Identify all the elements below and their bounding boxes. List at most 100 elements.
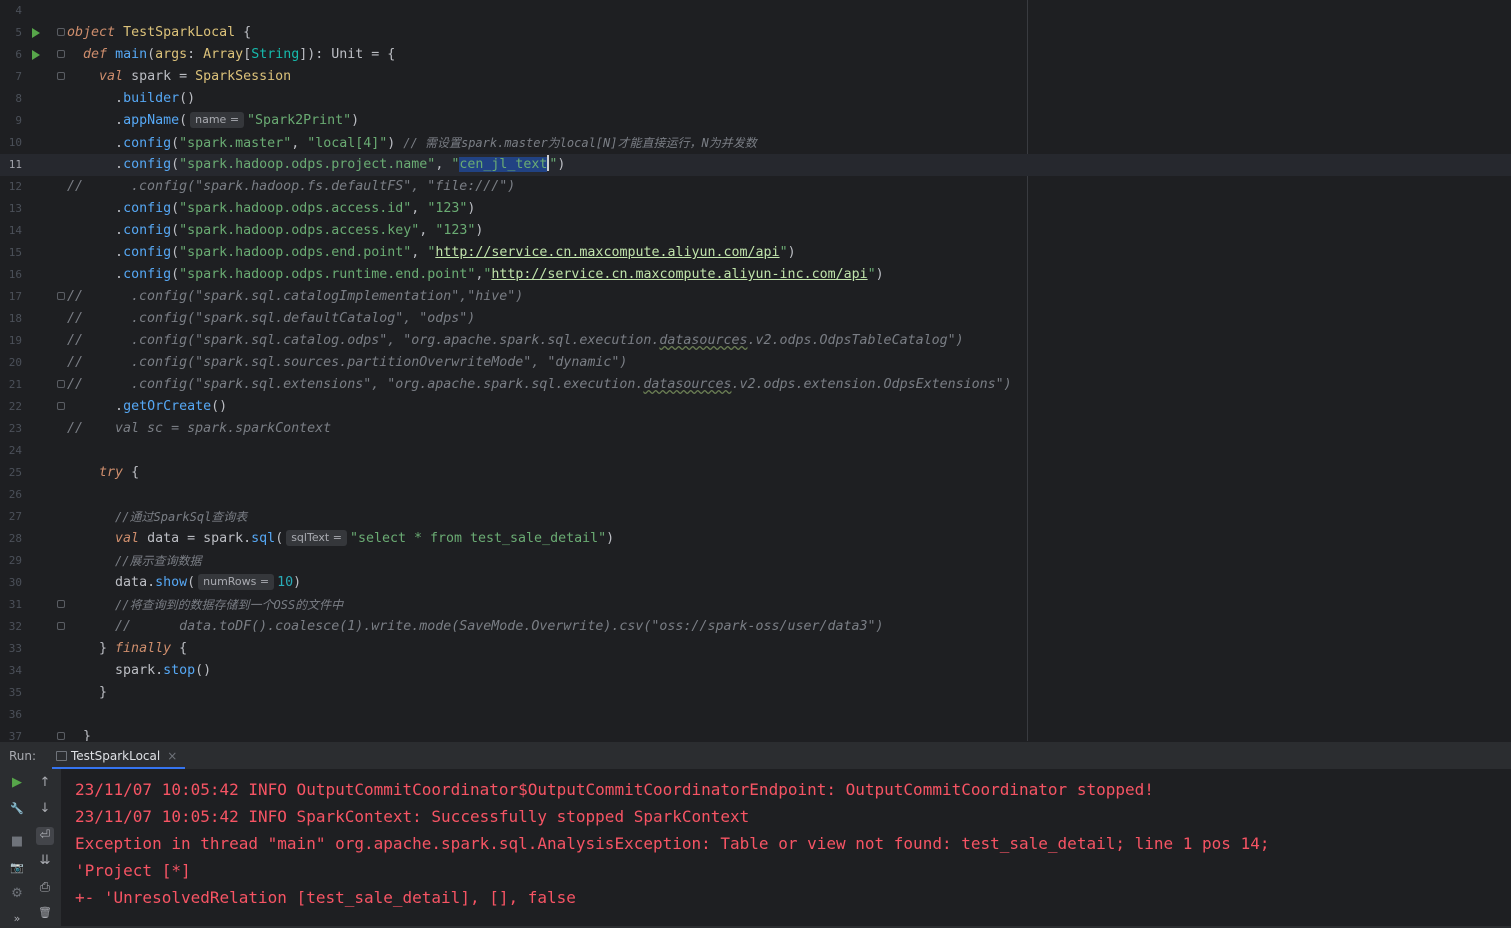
console-icon <box>56 750 67 761</box>
url-link[interactable]: http://service.cn.maxcompute.aliyun-inc.… <box>491 267 867 282</box>
parameter-hint: name = <box>190 112 245 128</box>
code-line[interactable]: 13 .config("spark.hadoop.odps.access.id"… <box>0 198 1511 220</box>
code-text: } <box>99 685 108 700</box>
console-line: 23/11/07 10:05:42 INFO OutputCommitCoord… <box>75 780 1154 799</box>
soft-wrap-icon[interactable]: ⏎ <box>36 827 54 845</box>
code-line[interactable]: 32 // data.toDF().coalesce(1).write.mode… <box>0 616 1511 638</box>
line-number: 28 <box>8 532 22 545</box>
fold-marker-icon[interactable] <box>57 402 65 410</box>
line-number: 5 <box>15 26 22 39</box>
code-line[interactable]: 29 //展示查询数据 <box>0 550 1511 572</box>
stop-icon[interactable]: ■ <box>8 833 26 851</box>
line-number: 29 <box>8 554 22 567</box>
code-line[interactable]: 12 // .config("spark.hadoop.fs.defaultFS… <box>0 176 1511 198</box>
code-line[interactable]: 31 //将查询到的数据存储到一个OSS的文件中 <box>0 594 1511 616</box>
run-tab-testsparklocal[interactable]: TestSparkLocal × <box>52 742 186 769</box>
code-line[interactable]: 18 // .config("spark.sql.defaultCatalog"… <box>0 308 1511 330</box>
line-number: 37 <box>8 730 22 741</box>
fold-marker-icon[interactable] <box>57 50 65 58</box>
line-number: 9 <box>15 114 22 127</box>
code-text: spark.stop() <box>115 663 212 678</box>
print-icon[interactable]: ⎙ <box>36 879 54 897</box>
code-text: //将查询到的数据存储到一个OSS的文件中 <box>115 598 344 612</box>
wrench-icon[interactable]: 🔧 <box>8 800 26 818</box>
code-text: .config("spark.hadoop.odps.project.name"… <box>115 155 566 172</box>
run-label: Run: <box>9 749 37 763</box>
code-line[interactable]: 36 <box>0 704 1511 726</box>
code-line[interactable]: 9 .appName(name = "Spark2Print") <box>0 110 1511 132</box>
code-text: // .config("spark.sql.defaultCatalog", "… <box>67 311 476 326</box>
line-number: 16 <box>8 268 22 281</box>
code-line[interactable]: 7 val spark = SparkSession <box>0 66 1511 88</box>
code-line[interactable]: 19 // .config("spark.sql.catalog.odps", … <box>0 330 1511 352</box>
trash-icon[interactable]: 🗑 <box>36 904 54 922</box>
line-number: 11 <box>8 158 22 171</box>
rerun-icon[interactable]: ▶ <box>8 774 26 792</box>
line-number: 13 <box>8 202 22 215</box>
code-line[interactable]: 28 val data = spark.sql(sqlText = "select… <box>0 528 1511 550</box>
code-line[interactable]: 25 try { <box>0 462 1511 484</box>
code-editor[interactable]: 4 5 object TestSparkLocal { 6 def main(a… <box>0 0 1511 741</box>
run-gutter-icon[interactable] <box>32 50 40 60</box>
code-line[interactable]: 17 // .config("spark.sql.catalogImplemen… <box>0 286 1511 308</box>
code-line[interactable]: 14 .config("spark.hadoop.odps.access.key… <box>0 220 1511 242</box>
settings-icon[interactable]: ⚙ <box>8 885 26 903</box>
code-text: } <box>83 729 92 741</box>
line-number: 33 <box>8 642 22 655</box>
code-text: try { <box>99 465 140 480</box>
code-line[interactable]: 4 <box>0 0 1511 22</box>
code-text: val data = spark.sql(sqlText = "select * … <box>115 530 615 546</box>
scroll-to-end-icon[interactable]: ⇊ <box>36 852 54 870</box>
fold-marker-icon[interactable] <box>57 380 65 388</box>
code-line[interactable]: 24 <box>0 440 1511 462</box>
url-link[interactable]: http://service.cn.maxcompute.aliyun.com/… <box>435 245 779 260</box>
code-line[interactable]: 6 def main(args: Array[String]): Unit = … <box>0 44 1511 66</box>
fold-marker-icon[interactable] <box>57 622 65 630</box>
line-number: 24 <box>8 444 22 457</box>
run-gutter-icon[interactable] <box>32 28 40 38</box>
camera-icon[interactable]: 📷 <box>8 859 26 877</box>
fold-marker-icon[interactable] <box>57 732 65 740</box>
console-line: 'Project [*] <box>75 861 191 880</box>
code-line[interactable]: 30 data.show(numRows = 10) <box>0 572 1511 594</box>
fold-marker-icon[interactable] <box>57 292 65 300</box>
code-text: .builder() <box>115 91 196 106</box>
code-text: .config("spark.hadoop.odps.end.point", "… <box>115 245 796 260</box>
arrow-up-icon[interactable]: ↑ <box>36 774 54 792</box>
code-line[interactable]: 37 } <box>0 726 1511 741</box>
code-line[interactable]: 33 } finally { <box>0 638 1511 660</box>
run-console-output[interactable]: 23/11/07 10:05:42 INFO OutputCommitCoord… <box>61 769 1511 926</box>
close-icon[interactable]: × <box>167 749 177 763</box>
code-text: //展示查询数据 <box>115 554 202 568</box>
run-toolbar: ▶ ↑ 🔧 ↓ ■ ⏎ 📷 ⇊ ⚙ ⎙ 🗑 » <box>0 769 61 926</box>
code-line[interactable]: 16 .config("spark.hadoop.odps.runtime.en… <box>0 264 1511 286</box>
line-number: 30 <box>8 576 22 589</box>
line-number: 15 <box>8 246 22 259</box>
code-line[interactable]: 5 object TestSparkLocal { <box>0 22 1511 44</box>
selected-text: cen_jl_text <box>459 157 548 172</box>
code-line[interactable]: 34 spark.stop() <box>0 660 1511 682</box>
fold-marker-icon[interactable] <box>57 28 65 36</box>
code-line[interactable]: 21 // .config("spark.sql.extensions", "o… <box>0 374 1511 396</box>
line-number: 23 <box>8 422 22 435</box>
code-line[interactable]: 27 //通过SparkSql查询表 <box>0 506 1511 528</box>
more-icon[interactable]: » <box>8 910 26 928</box>
code-line[interactable]: 15 .config("spark.hadoop.odps.end.point"… <box>0 242 1511 264</box>
code-line[interactable]: 26 <box>0 484 1511 506</box>
code-text: val spark = SparkSession <box>99 69 292 84</box>
code-text: .config("spark.hadoop.odps.access.key", … <box>115 223 484 238</box>
code-text: // .config("spark.sql.extensions", "org.… <box>67 377 1012 392</box>
line-number: 20 <box>8 356 22 369</box>
code-line[interactable]: 8 .builder() <box>0 88 1511 110</box>
fold-marker-icon[interactable] <box>57 600 65 608</box>
code-line[interactable]: 35 } <box>0 682 1511 704</box>
arrow-down-icon[interactable]: ↓ <box>36 800 54 818</box>
code-text: } finally { <box>99 641 188 656</box>
line-number: 6 <box>15 48 22 61</box>
code-line[interactable]: 10 .config("spark.master", "local[4]") /… <box>0 132 1511 154</box>
code-line-current[interactable]: 11 .config("spark.hadoop.odps.project.na… <box>0 154 1511 176</box>
code-line[interactable]: 23 // val sc = spark.sparkContext <box>0 418 1511 440</box>
code-line[interactable]: 20 // .config("spark.sql.sources.partiti… <box>0 352 1511 374</box>
fold-marker-icon[interactable] <box>57 72 65 80</box>
code-line[interactable]: 22 .getOrCreate() <box>0 396 1511 418</box>
